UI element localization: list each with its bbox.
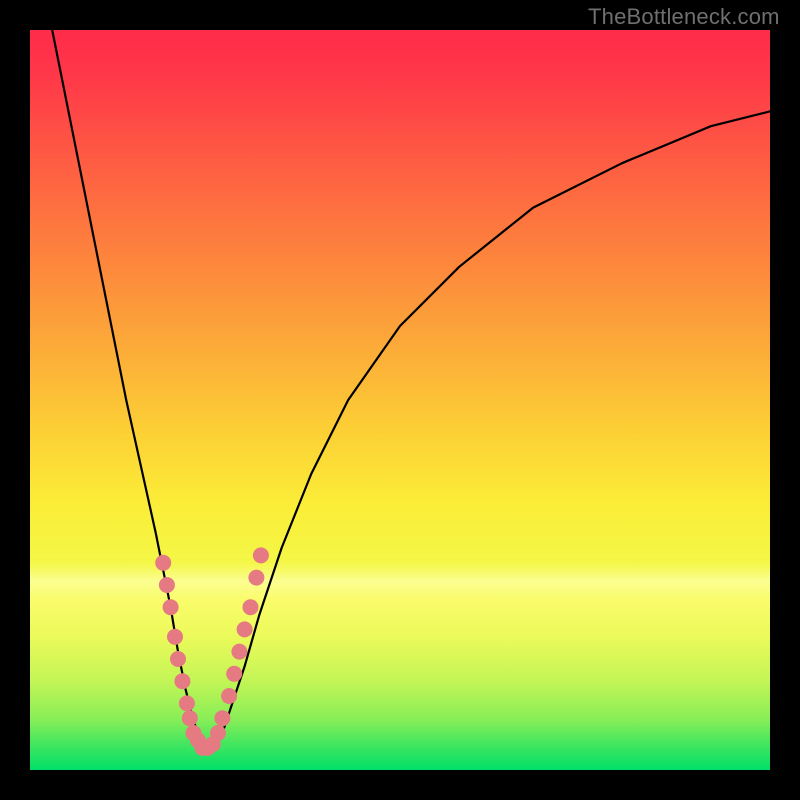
- highlight-dots-group: [155, 547, 269, 755]
- highlight-dot: [159, 577, 175, 593]
- highlight-dot: [237, 621, 253, 637]
- highlight-dot: [210, 725, 226, 741]
- highlight-dot: [167, 629, 183, 645]
- curve-layer: [30, 30, 770, 770]
- chart-frame: TheBottleneck.com: [0, 0, 800, 800]
- highlight-dot: [231, 644, 247, 660]
- highlight-dot: [253, 547, 269, 563]
- highlight-dot: [174, 673, 190, 689]
- highlight-dot: [243, 599, 259, 615]
- highlight-dot: [226, 666, 242, 682]
- highlight-dot: [221, 688, 237, 704]
- bottleneck-curve: [52, 30, 770, 748]
- highlight-dot: [179, 695, 195, 711]
- highlight-dot: [248, 570, 264, 586]
- plot-area: [30, 30, 770, 770]
- highlight-dot: [163, 599, 179, 615]
- highlight-dot: [214, 710, 230, 726]
- highlight-dot: [155, 555, 171, 571]
- highlight-dot: [182, 710, 198, 726]
- highlight-dot: [170, 651, 186, 667]
- watermark-text: TheBottleneck.com: [588, 4, 780, 30]
